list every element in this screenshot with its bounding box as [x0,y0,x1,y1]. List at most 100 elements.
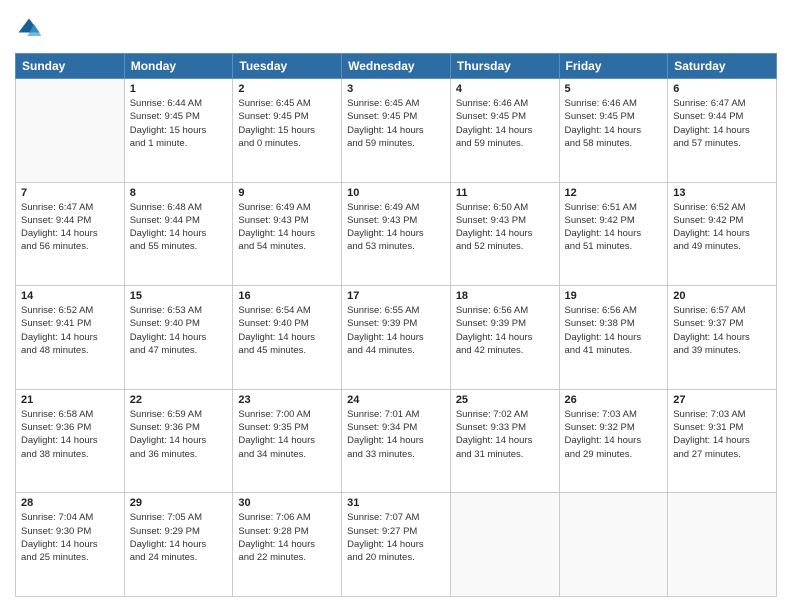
day-number: 7 [21,187,119,199]
calendar-cell: 29 Sunrise: 7:05 AM Sunset: 9:29 PM Dayli… [124,493,233,597]
day-info: Sunrise: 6:55 AM Sunset: 9:39 PM Dayligh… [347,304,445,357]
day-number: 17 [347,290,445,302]
day-info: Sunrise: 6:57 AM Sunset: 9:37 PM Dayligh… [673,304,771,357]
calendar-cell: 23Sunrise: 7:00 AM Sunset: 9:35 PM Dayli… [233,389,342,493]
week-row-2: 7 Sunrise: 6:47 AM Sunset: 9:44 PM Daylig… [16,182,777,286]
day-info: Sunrise: 7:00 AM Sunset: 9:35 PM Dayligh… [238,408,336,461]
day-info: Sunrise: 6:47 AM Sunset: 9:44 PM Dayligh… [21,201,119,254]
day-number: 12 [565,187,663,199]
calendar-cell: 1 Sunrise: 6:44 AM Sunset: 9:45 PM Daylig… [124,79,233,183]
calendar-cell: 12 Sunrise: 6:51 AM Sunset: 9:42 PM Dayli… [559,182,668,286]
logo [15,15,45,43]
calendar-table: SundayMondayTuesdayWednesdayThursdayFrid… [15,53,777,597]
calendar-cell: 9 Sunrise: 6:49 AM Sunset: 9:43 PM Daylig… [233,182,342,286]
day-number: 14 [21,290,119,302]
calendar-cell: 10Sunrise: 6:49 AM Sunset: 9:43 PM Dayli… [342,182,451,286]
calendar-cell: 31 Sunrise: 7:07 AM Sunset: 9:27 PM Dayli… [342,493,451,597]
day-info: Sunrise: 6:48 AM Sunset: 9:44 PM Dayligh… [130,201,228,254]
day-info: Sunrise: 7:07 AM Sunset: 9:27 PM Dayligh… [347,511,445,564]
calendar-cell: 28Sunrise: 7:04 AM Sunset: 9:30 PM Dayli… [16,493,125,597]
day-number: 24 [347,394,445,406]
calendar-cell: 14 Sunrise: 6:52 AM Sunset: 9:41 PM Dayli… [16,286,125,390]
calendar-cell [16,79,125,183]
calendar-body: 1 Sunrise: 6:44 AM Sunset: 9:45 PM Daylig… [16,79,777,597]
logo-icon [15,15,43,43]
day-info: Sunrise: 6:45 AM Sunset: 9:45 PM Dayligh… [238,97,336,150]
calendar-cell: 8 Sunrise: 6:48 AM Sunset: 9:44 PM Daylig… [124,182,233,286]
day-info: Sunrise: 7:02 AM Sunset: 9:33 PM Dayligh… [456,408,554,461]
day-info: Sunrise: 7:03 AM Sunset: 9:32 PM Dayligh… [565,408,663,461]
calendar-cell: 19Sunrise: 6:56 AM Sunset: 9:38 PM Dayli… [559,286,668,390]
calendar-cell: 22Sunrise: 6:59 AM Sunset: 9:36 PM Dayli… [124,389,233,493]
day-number: 20 [673,290,771,302]
week-row-4: 21 Sunrise: 6:58 AM Sunset: 9:36 PM Dayli… [16,389,777,493]
calendar-cell: 4 Sunrise: 6:46 AM Sunset: 9:45 PM Daylig… [450,79,559,183]
day-number: 16 [238,290,336,302]
calendar-cell: 2 Sunrise: 6:45 AM Sunset: 9:45 PM Daylig… [233,79,342,183]
calendar-cell: 16 Sunrise: 6:54 AM Sunset: 9:40 PM Dayli… [233,286,342,390]
calendar-cell: 15 Sunrise: 6:53 AM Sunset: 9:40 PM Dayli… [124,286,233,390]
day-number: 26 [565,394,663,406]
page: SundayMondayTuesdayWednesdayThursdayFrid… [0,0,792,612]
day-number: 18 [456,290,554,302]
day-number: 1 [130,83,228,95]
header [15,15,777,43]
day-number: 5 [565,83,663,95]
calendar-cell [559,493,668,597]
day-info: Sunrise: 6:47 AM Sunset: 9:44 PM Dayligh… [673,97,771,150]
days-of-week-row: SundayMondayTuesdayWednesdayThursdayFrid… [16,54,777,79]
day-number: 9 [238,187,336,199]
calendar-cell [450,493,559,597]
day-info: Sunrise: 7:05 AM Sunset: 9:29 PM Dayligh… [130,511,228,564]
calendar-cell: 18 Sunrise: 6:56 AM Sunset: 9:39 PM Dayli… [450,286,559,390]
day-info: Sunrise: 6:52 AM Sunset: 9:42 PM Dayligh… [673,201,771,254]
day-info: Sunrise: 6:44 AM Sunset: 9:45 PM Dayligh… [130,97,228,150]
day-info: Sunrise: 6:56 AM Sunset: 9:39 PM Dayligh… [456,304,554,357]
calendar-cell: 24Sunrise: 7:01 AM Sunset: 9:34 PM Dayli… [342,389,451,493]
day-number: 31 [347,497,445,509]
week-row-1: 1 Sunrise: 6:44 AM Sunset: 9:45 PM Daylig… [16,79,777,183]
day-info: Sunrise: 6:46 AM Sunset: 9:45 PM Dayligh… [565,97,663,150]
day-info: Sunrise: 6:46 AM Sunset: 9:45 PM Dayligh… [456,97,554,150]
day-number: 3 [347,83,445,95]
week-row-5: 28Sunrise: 7:04 AM Sunset: 9:30 PM Dayli… [16,493,777,597]
day-of-week-saturday: Saturday [668,54,777,79]
day-info: Sunrise: 7:06 AM Sunset: 9:28 PM Dayligh… [238,511,336,564]
day-info: Sunrise: 6:49 AM Sunset: 9:43 PM Dayligh… [347,201,445,254]
day-number: 11 [456,187,554,199]
day-number: 27 [673,394,771,406]
day-info: Sunrise: 6:59 AM Sunset: 9:36 PM Dayligh… [130,408,228,461]
day-number: 13 [673,187,771,199]
day-of-week-wednesday: Wednesday [342,54,451,79]
day-info: Sunrise: 6:52 AM Sunset: 9:41 PM Dayligh… [21,304,119,357]
day-info: Sunrise: 6:53 AM Sunset: 9:40 PM Dayligh… [130,304,228,357]
day-number: 25 [456,394,554,406]
calendar-cell: 5 Sunrise: 6:46 AM Sunset: 9:45 PM Daylig… [559,79,668,183]
day-info: Sunrise: 6:58 AM Sunset: 9:36 PM Dayligh… [21,408,119,461]
day-of-week-sunday: Sunday [16,54,125,79]
calendar-cell: 7 Sunrise: 6:47 AM Sunset: 9:44 PM Daylig… [16,182,125,286]
day-number: 8 [130,187,228,199]
day-of-week-tuesday: Tuesday [233,54,342,79]
calendar-header: SundayMondayTuesdayWednesdayThursdayFrid… [16,54,777,79]
calendar-cell: 6 Sunrise: 6:47 AM Sunset: 9:44 PM Daylig… [668,79,777,183]
day-number: 6 [673,83,771,95]
calendar-cell: 26 Sunrise: 7:03 AM Sunset: 9:32 PM Dayli… [559,389,668,493]
calendar-cell [668,493,777,597]
day-number: 4 [456,83,554,95]
day-number: 30 [238,497,336,509]
day-info: Sunrise: 6:51 AM Sunset: 9:42 PM Dayligh… [565,201,663,254]
day-number: 21 [21,394,119,406]
day-number: 2 [238,83,336,95]
week-row-3: 14 Sunrise: 6:52 AM Sunset: 9:41 PM Dayli… [16,286,777,390]
day-number: 29 [130,497,228,509]
day-number: 19 [565,290,663,302]
day-of-week-friday: Friday [559,54,668,79]
day-info: Sunrise: 7:04 AM Sunset: 9:30 PM Dayligh… [21,511,119,564]
day-info: Sunrise: 6:54 AM Sunset: 9:40 PM Dayligh… [238,304,336,357]
day-info: Sunrise: 7:03 AM Sunset: 9:31 PM Dayligh… [673,408,771,461]
day-of-week-thursday: Thursday [450,54,559,79]
day-info: Sunrise: 6:49 AM Sunset: 9:43 PM Dayligh… [238,201,336,254]
day-number: 15 [130,290,228,302]
calendar-cell: 17 Sunrise: 6:55 AM Sunset: 9:39 PM Dayli… [342,286,451,390]
